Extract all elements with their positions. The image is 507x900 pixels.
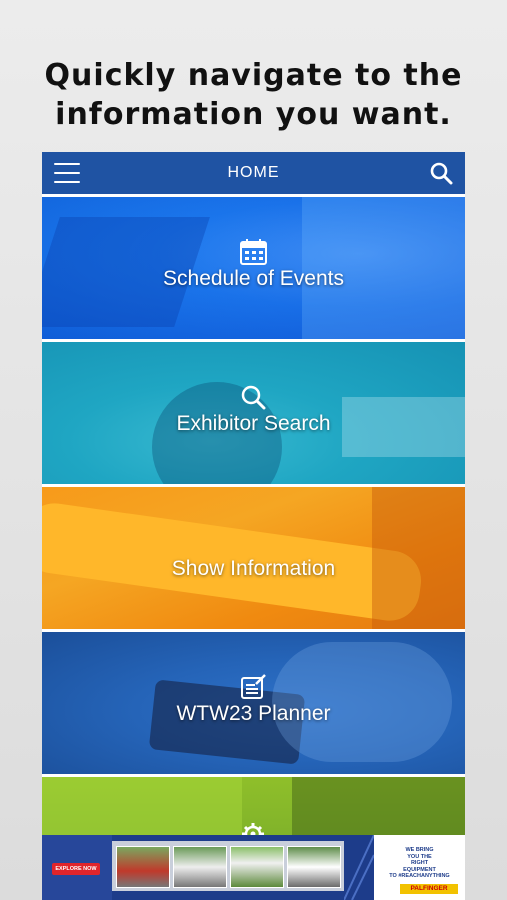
tile-label: Exhibitor Search [176, 412, 331, 435]
ad-truck-photo [287, 846, 341, 888]
ad-brand-logo: PALFINGER [400, 884, 458, 894]
tile-wtw23-planner[interactable]: WTW23 Planner [42, 632, 465, 774]
tile-show-information[interactable]: Show Information [42, 487, 465, 629]
ad-truck-photo [230, 846, 284, 888]
notepad-icon [241, 674, 266, 699]
calendar-icon [240, 239, 267, 265]
tile-label: Show Information [171, 557, 336, 580]
hamburger-menu-icon[interactable] [54, 163, 80, 183]
phone-screen: HOME Schedule of Events Exhibitor Search [42, 152, 465, 900]
headline: Quickly navigate to the information you … [44, 58, 463, 132]
ad-graphic [344, 835, 374, 900]
tile-label: Schedule of Events [163, 267, 344, 290]
search-icon[interactable] [429, 161, 453, 185]
app-bar: HOME [42, 152, 465, 194]
tile-label: WTW23 Planner [176, 702, 331, 725]
tile-schedule-of-events[interactable]: Schedule of Events [42, 197, 465, 339]
ad-banner[interactable]: EXPLORE NOW WE BRING YOU THE RIGHT EQUIP… [42, 835, 465, 900]
ad-tagline: WE BRING YOU THE RIGHT EQUIPMENT TO #REA… [389, 847, 450, 879]
ad-right-panel: WE BRING YOU THE RIGHT EQUIPMENT TO #REA… [374, 835, 465, 900]
ad-truck-photo [173, 846, 227, 888]
search-icon [241, 385, 266, 410]
page-title: HOME [227, 164, 280, 181]
explore-now-button[interactable]: EXPLORE NOW [52, 863, 100, 875]
ad-truck-photo [116, 846, 170, 888]
tile-exhibitor-search[interactable]: Exhibitor Search [42, 342, 465, 484]
ad-photo-strip [112, 841, 344, 891]
